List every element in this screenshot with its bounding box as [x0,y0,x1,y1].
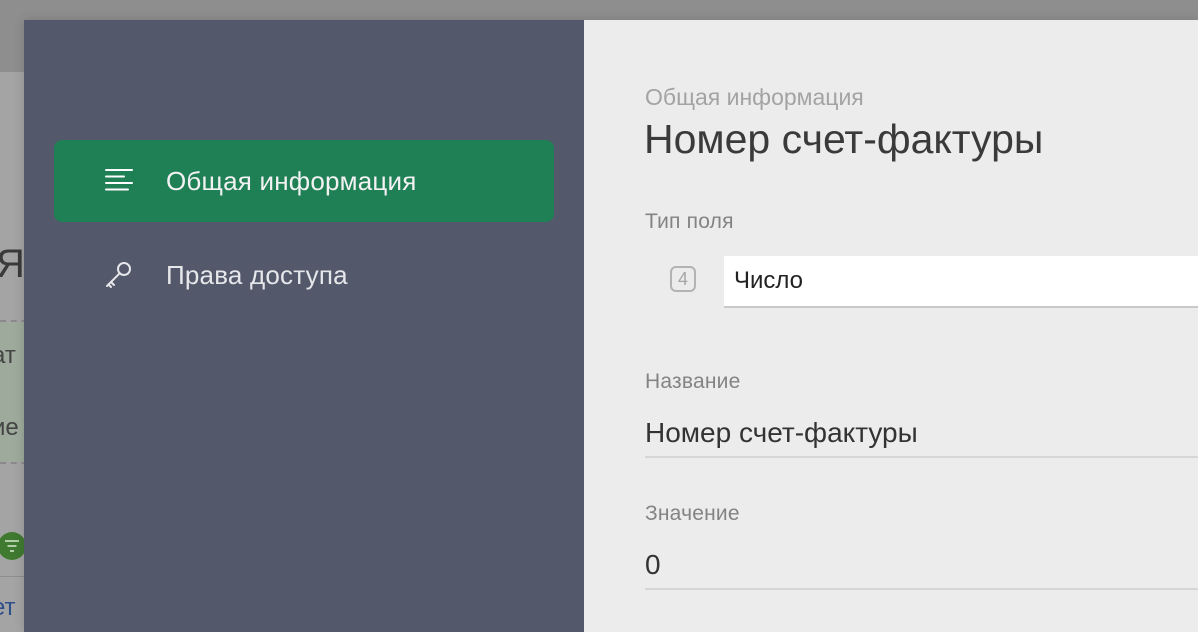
sidebar-item-label: Общая информация [166,165,417,196]
background-heading: Я [0,242,25,286]
field-type-select[interactable]: Число [724,256,1198,308]
modal-sidebar: Общая информация Права доступа [24,20,584,632]
sidebar-item-general-info[interactable]: Общая информация [54,140,554,222]
name-input[interactable]: Номер счет-фактуры [645,410,1198,458]
page-title: Номер счет-фактуры [644,116,1044,162]
field-type-label: Тип поля [645,210,734,233]
background-link: ет [0,594,16,621]
field-settings-modal: Общая информация Права доступа Общая инф… [24,20,1198,632]
name-field-label: Название [645,370,741,393]
number-type-icon: 4 [670,266,696,292]
filter-icon [0,532,26,560]
value-input-value: 0 [645,549,661,580]
sidebar-item-label: Права доступа [166,259,348,290]
modal-content: Общая информация Номер счет-фактуры Тип … [584,20,1198,632]
background-row-text: ат [0,342,16,369]
sidebar-item-access-rights[interactable]: Права доступа [54,234,554,316]
background-row-text: ие [0,414,19,441]
field-type-value: Число [734,267,804,294]
value-field-label: Значение [645,502,740,525]
list-lines-icon [102,164,136,198]
name-input-value: Номер счет-фактуры [645,417,918,448]
value-input[interactable]: 0 [645,542,1198,590]
section-caption: Общая информация [645,84,864,110]
key-icon [102,258,136,292]
